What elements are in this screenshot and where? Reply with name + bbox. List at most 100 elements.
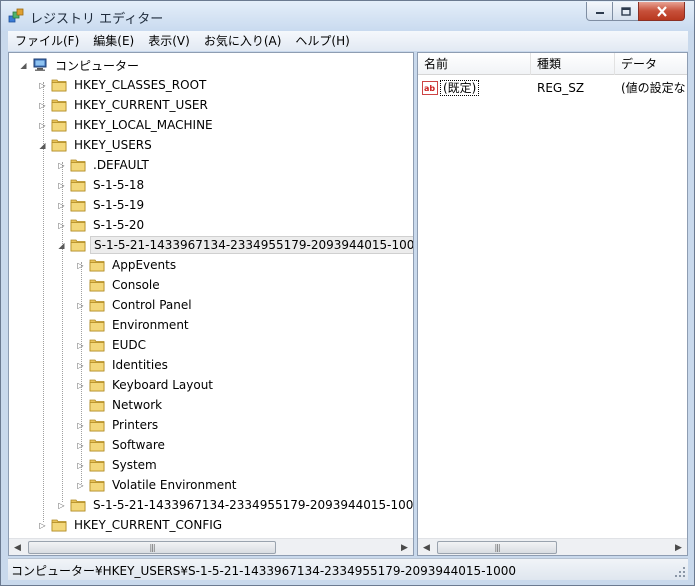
expand-arrow-icon[interactable]: ▷ [38,101,47,110]
expand-arrow-icon[interactable]: ▷ [57,201,66,210]
expand-arrow-icon[interactable]: ▷ [57,501,66,510]
expand-arrow-icon[interactable]: ▷ [76,381,85,390]
value-name-cell: (既定) [440,78,480,98]
menu-help[interactable]: ヘルプ(H) [288,31,356,51]
expand-arrow-icon[interactable]: ▷ [57,161,66,170]
scroll-right-button[interactable]: ▶ [670,539,687,555]
tree-node-child[interactable]: ▷ Control Panel [76,295,195,315]
tree-label-child: System [112,458,157,472]
svg-text:ab: ab [424,84,435,93]
folder-icon [89,259,105,272]
menu-edit[interactable]: 編集(E) [86,31,141,51]
tree-node-hkcc[interactable]: ▷ HKEY_CURRENT_CONFIG [38,515,225,535]
registry-editor-icon [8,8,24,23]
tree-node-child[interactable]: ▷ AppEvents [76,255,179,275]
folder-icon [89,359,105,372]
scroll-left-icon: ◀ [14,542,21,553]
folder-icon [51,79,67,92]
folder-icon [89,399,105,412]
folder-icon [89,279,105,292]
tree-label-child: Keyboard Layout [112,378,214,392]
title-bar[interactable]: レジストリ エディター [1,1,694,31]
tree-node-child[interactable]: Console [76,275,163,295]
expand-arrow-icon[interactable]: ▷ [38,81,47,90]
expand-arrow-icon[interactable]: ▷ [76,261,85,270]
tree-node-hku[interactable]: ◢ HKEY_USERS [38,135,155,155]
folder-icon [70,199,86,212]
folder-icon [70,499,86,512]
scroll-left-button[interactable]: ◀ [9,539,26,555]
status-bar: コンピューター¥HKEY_USERS¥S-1-5-21-1433967134-2… [8,558,688,580]
menu-favorites[interactable]: お気に入り(A) [197,31,289,51]
tree-horizontal-scrollbar[interactable]: ◀ ||| ▶ [9,538,413,555]
value-type-cell: REG_SZ [537,81,585,95]
tree-node-computer[interactable]: ◢ コンピューター [19,55,142,75]
maximize-icon [620,6,631,16]
minimize-button[interactable] [586,2,613,21]
expand-arrow-icon[interactable]: ▷ [76,421,85,430]
expand-arrow-icon[interactable]: ▷ [38,121,47,130]
collapse-arrow-icon[interactable]: ◢ [19,61,28,70]
computer-icon [33,58,47,71]
column-header-type[interactable]: 種類 [531,53,615,75]
tree-node-user-sid[interactable]: ◢ S-1-5-21-1433967134-2334955179-2093944… [57,235,413,255]
tree-node-child[interactable]: ▷ Software [76,435,168,455]
expand-arrow-icon[interactable]: ▷ [57,181,66,190]
tree-node-child[interactable]: Network [76,395,165,415]
tree-node-child[interactable]: ▷ Identities [76,355,171,375]
folder-icon [89,319,105,332]
expand-arrow-icon[interactable]: ▷ [76,441,85,450]
scroll-right-button[interactable]: ▶ [396,539,413,555]
list-horizontal-scrollbar[interactable]: ◀ ||| ▶ [418,538,687,555]
expand-arrow-icon[interactable]: ▷ [76,301,85,310]
tree-node-child[interactable]: ▷ Keyboard Layout [76,375,216,395]
folder-icon [89,299,105,312]
collapse-arrow-icon[interactable]: ◢ [38,141,47,150]
tree-label-child: Volatile Environment [112,478,237,492]
expand-arrow-icon[interactable]: ▷ [38,521,47,530]
close-button[interactable] [638,2,685,21]
tree-label-hkcr: HKEY_CLASSES_ROOT [74,78,207,92]
tree-node-hkcu[interactable]: ▷ HKEY_CURRENT_USER [38,95,211,115]
expand-arrow-icon[interactable]: ▷ [76,341,85,350]
tree-node-child[interactable]: ▷ Printers [76,415,161,435]
close-icon [656,5,667,17]
tree-label-user-classes: S-1-5-21-1433967134-2334955179-209394401… [93,498,414,512]
tree-node-hklm[interactable]: ▷ HKEY_LOCAL_MACHINE [38,115,216,135]
leaf-spacer [76,281,85,290]
menu-file[interactable]: ファイル(F) [8,31,86,51]
tree-node-s-1-5-18[interactable]: ▷ S-1-5-18 [57,175,147,195]
tree-node-default[interactable]: ▷ .DEFAULT [57,155,152,175]
expand-arrow-icon[interactable]: ▷ [76,361,85,370]
tree-label-hkcc: HKEY_CURRENT_CONFIG [74,518,223,532]
value-list-pane[interactable]: 名前 種類 データ ab (既定) REG_SZ (値の設定な ◀ ||| ▶ [417,52,688,556]
folder-icon [89,439,105,452]
tree-node-child[interactable]: ▷ Volatile Environment [76,475,240,495]
tree-label-default: .DEFAULT [93,158,149,172]
menu-bar: ファイル(F) 編集(E) 表示(V) お気に入り(A) ヘルプ(H) [8,31,688,51]
maximize-button[interactable] [612,2,639,21]
resize-grip-icon[interactable] [674,566,686,578]
expand-arrow-icon[interactable]: ▷ [76,481,85,490]
tree-node-hkcr[interactable]: ▷ HKEY_CLASSES_ROOT [38,75,209,95]
tree-node-s-1-5-20[interactable]: ▷ S-1-5-20 [57,215,147,235]
scroll-left-button[interactable]: ◀ [418,539,435,555]
column-header-data[interactable]: データ [615,53,687,75]
collapse-arrow-icon[interactable]: ◢ [57,241,66,250]
tree-node-child[interactable]: ▷ EUDC [76,335,149,355]
column-header-name[interactable]: 名前 [418,53,531,75]
key-tree-pane[interactable]: ◢ コンピューター ▷ HKEY_CLASSES_ROOT ▷ HKEY_CUR… [8,52,414,556]
scroll-thumb[interactable]: ||| [28,541,276,554]
list-item[interactable]: ab (既定) REG_SZ (値の設定な [418,78,687,98]
tree-label-child: Identities [112,358,168,372]
status-path: コンピューター¥HKEY_USERS¥S-1-5-21-1433967134-2… [11,564,517,578]
menu-view[interactable]: 表示(V) [141,31,197,51]
scroll-thumb[interactable]: ||| [437,541,557,554]
tree-node-s-1-5-19[interactable]: ▷ S-1-5-19 [57,195,147,215]
expand-arrow-icon[interactable]: ▷ [57,221,66,230]
tree-node-child[interactable]: Environment [76,315,192,335]
expand-arrow-icon[interactable]: ▷ [76,461,85,470]
tree-node-child[interactable]: ▷ System [76,455,160,475]
folder-icon [89,419,105,432]
tree-node-user-classes[interactable]: ▷ S-1-5-21-1433967134-2334955179-2093944… [57,495,414,515]
